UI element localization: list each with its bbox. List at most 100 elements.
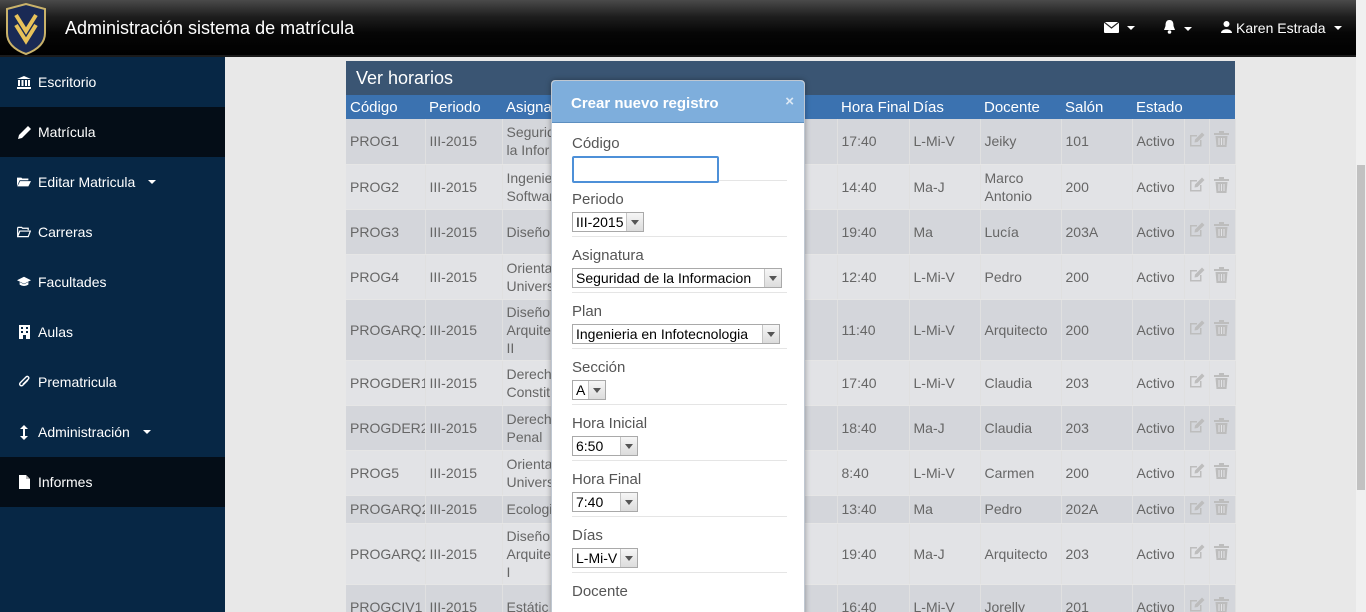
create-record-modal: Crear nuevo registro × Código Periodo II… xyxy=(551,80,805,612)
cell-docente-line: Pedro xyxy=(984,501,1022,517)
sidebar-item-informes[interactable]: Informes xyxy=(0,457,225,507)
cell-delete xyxy=(1209,119,1236,165)
edit-icon[interactable] xyxy=(1189,544,1205,563)
plan-select[interactable]: Ingenieria en Infotecnologia xyxy=(572,324,780,344)
cell-edit xyxy=(1184,450,1210,496)
cell-docente: Arquitecto xyxy=(980,523,1062,585)
notifications-dropdown[interactable] xyxy=(1163,20,1192,37)
column-header-codigo[interactable]: Código xyxy=(346,95,425,119)
edit-icon[interactable] xyxy=(1189,418,1205,437)
edit-icon[interactable] xyxy=(1189,177,1205,196)
sidebar-item-escritorio[interactable]: Escritorio xyxy=(0,57,225,107)
column-header-salon[interactable]: Salón xyxy=(1061,95,1132,119)
cell-delete xyxy=(1209,254,1236,300)
cell-hora-final: 12:40 xyxy=(837,254,910,300)
trash-icon[interactable] xyxy=(1213,499,1229,519)
cell-dias: Ma-J xyxy=(909,164,981,210)
cell-hora-final: 18:40 xyxy=(837,405,910,451)
chevron-down-icon[interactable] xyxy=(620,437,637,455)
column-header-hora-final[interactable]: Hora Final xyxy=(837,95,909,119)
close-icon[interactable]: × xyxy=(785,93,794,110)
field-group-codigo: Código xyxy=(572,125,787,183)
cell-estado: Activo xyxy=(1132,299,1185,361)
cell-codigo: PROGDER1 xyxy=(346,360,426,406)
seccion-select[interactable]: A xyxy=(572,380,607,400)
sidebar-item-editar-matricula[interactable]: Editar Matricula xyxy=(0,157,225,207)
column-header-docente[interactable]: Docente xyxy=(980,95,1061,119)
bank-icon xyxy=(17,75,31,89)
sidebar-item-prematricula[interactable]: Prematricula xyxy=(0,357,225,407)
cell-hora-final: 17:40 xyxy=(837,360,910,406)
folder-open-outline-icon xyxy=(17,225,31,239)
chevron-down-icon[interactable] xyxy=(620,493,637,511)
sidebar-item-label: Facultades xyxy=(38,274,107,290)
cell-estado: Activo xyxy=(1132,523,1185,585)
periodo-select[interactable]: III-2015 xyxy=(572,212,645,232)
cell-edit xyxy=(1184,209,1210,255)
column-header-dias[interactable]: Días xyxy=(909,95,980,119)
edit-icon[interactable] xyxy=(1189,373,1205,392)
cell-salon: 200 xyxy=(1061,299,1133,361)
page-scrollbar-thumb[interactable] xyxy=(1357,165,1365,490)
hora-final-select[interactable]: 7:40 xyxy=(572,492,638,512)
sidebar-item-carreras[interactable]: Carreras xyxy=(0,207,225,257)
trash-icon[interactable] xyxy=(1213,462,1229,483)
folder-open-icon xyxy=(17,175,31,189)
paperclip-icon xyxy=(17,375,31,389)
cell-docente-line: Arquitecto xyxy=(984,545,1048,562)
hora-inicial-select[interactable]: 6:50 xyxy=(572,436,638,456)
edit-icon[interactable] xyxy=(1189,500,1205,519)
messages-dropdown[interactable] xyxy=(1103,20,1135,36)
edit-icon[interactable] xyxy=(1189,320,1205,339)
page-scrollbar[interactable] xyxy=(1356,0,1366,612)
cell-estado: Activo xyxy=(1132,164,1185,210)
trash-icon[interactable] xyxy=(1213,543,1229,564)
cell-salon: 200 xyxy=(1061,164,1133,210)
column-header-estado[interactable]: Estado xyxy=(1132,95,1184,119)
hora-final-select-value: 7:40 xyxy=(576,494,604,510)
trash-icon[interactable] xyxy=(1213,176,1229,197)
edit-icon[interactable] xyxy=(1189,463,1205,482)
modal-header: Crear nuevo registro × xyxy=(552,81,804,123)
cell-dias: Ma-J xyxy=(909,405,981,451)
sidebar-item-aulas[interactable]: Aulas xyxy=(0,307,225,357)
cell-estado: Activo xyxy=(1132,209,1185,255)
cell-dias: L-Mi-V xyxy=(909,584,981,612)
codigo-input[interactable] xyxy=(572,156,719,183)
edit-icon[interactable] xyxy=(1189,222,1205,241)
dias-select[interactable]: L-Mi-V xyxy=(572,548,639,568)
chevron-down-icon[interactable] xyxy=(764,269,781,287)
sidebar-item-label: Administración xyxy=(38,424,130,440)
trash-icon[interactable] xyxy=(1213,266,1229,287)
trash-icon[interactable] xyxy=(1213,372,1229,393)
cell-edit xyxy=(1184,299,1210,361)
chevron-down-icon[interactable] xyxy=(626,213,644,231)
user-menu-dropdown[interactable]: Karen Estrada xyxy=(1221,20,1342,36)
dias-select-value: L-Mi-V xyxy=(576,550,618,566)
sidebar-item-administracion[interactable]: Administración xyxy=(0,407,225,457)
cell-salon: 200 xyxy=(1061,254,1133,300)
asignatura-select[interactable]: Seguridad de la Informacion xyxy=(572,268,782,288)
plan-label: Plan xyxy=(572,303,603,320)
periodo-label: Periodo xyxy=(572,191,624,208)
cell-periodo: III-2015 xyxy=(425,164,503,210)
sidebar-item-facultades[interactable]: Facultades xyxy=(0,257,225,307)
sidebar-item-matricula[interactable]: Matrícula xyxy=(0,107,225,157)
cell-hora-final: 8:40 xyxy=(837,450,910,496)
edit-icon[interactable] xyxy=(1189,132,1205,151)
chevron-down-icon[interactable] xyxy=(588,381,606,399)
trash-icon[interactable] xyxy=(1213,131,1229,151)
chevron-down-icon[interactable] xyxy=(620,549,638,567)
trash-icon[interactable] xyxy=(1213,596,1229,612)
edit-icon[interactable] xyxy=(1189,597,1205,612)
university-logo-icon[interactable] xyxy=(3,2,49,56)
cell-hora-final: 16:40 xyxy=(837,584,910,612)
cell-docente-line: Jorelly xyxy=(984,598,1025,612)
trash-icon[interactable] xyxy=(1213,221,1229,242)
trash-icon[interactable] xyxy=(1213,319,1229,340)
sidebar-item-label: Editar Matricula xyxy=(38,174,136,190)
trash-icon[interactable] xyxy=(1213,417,1229,438)
column-header-periodo[interactable]: Periodo xyxy=(425,95,502,119)
chevron-down-icon[interactable] xyxy=(762,325,779,343)
edit-icon[interactable] xyxy=(1189,267,1205,286)
